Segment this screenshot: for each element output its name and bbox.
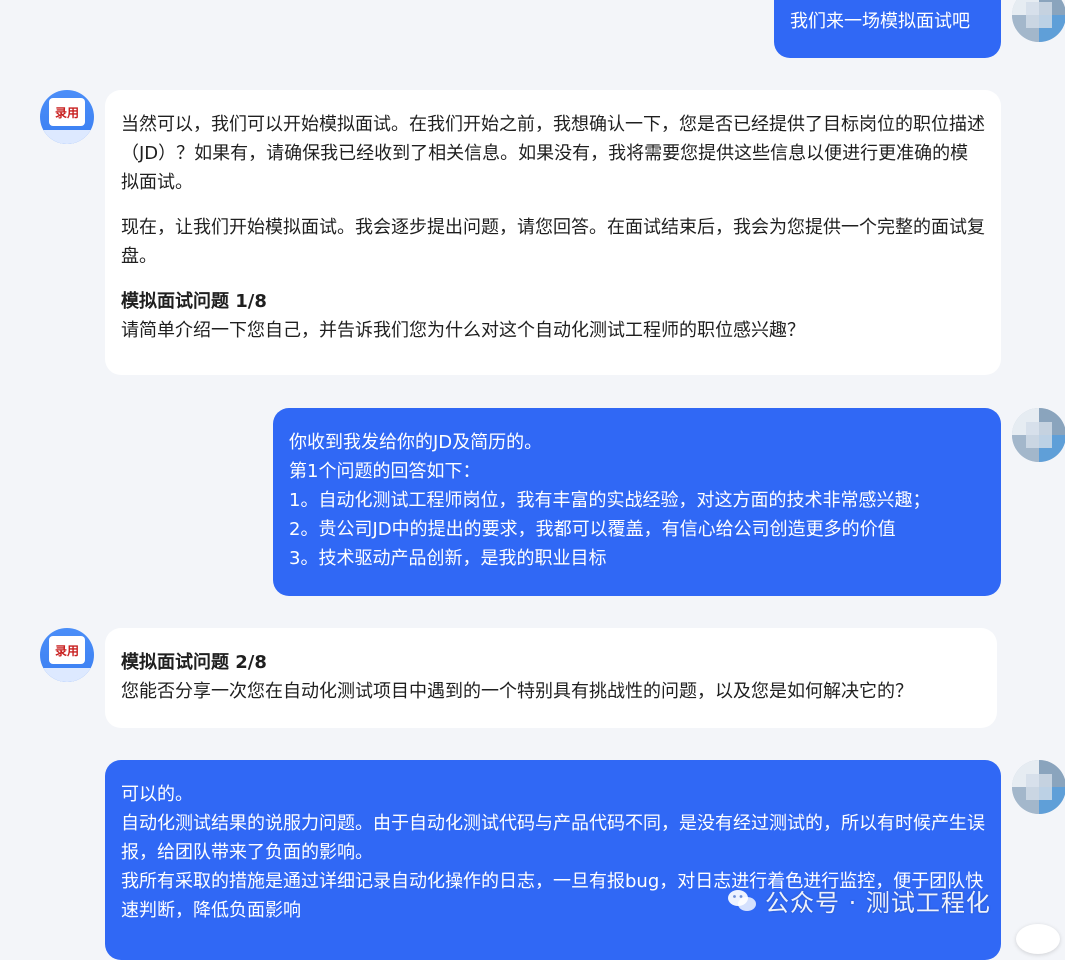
question-title: 模拟面试问题 2/8 xyxy=(121,652,267,673)
question-text: 您能否分享一次您在自动化测试项目中遇到的一个特别具有挑战性的问题，以及您是如何解… xyxy=(121,681,913,702)
message-paragraph: 现在，让我们开始模拟面试。我会逐步提出问题，请您回答。在面试结束后，我会为您提供… xyxy=(121,217,985,267)
wechat-icon xyxy=(728,889,756,911)
question-title: 模拟面试问题 1/8 xyxy=(121,291,267,312)
bot-message-bubble: 模拟面试问题 2/8 您能否分享一次您在自动化测试项目中遇到的一个特别具有挑战性… xyxy=(105,628,997,728)
user-avatar xyxy=(1012,760,1065,814)
watermark: 公众号 · 测试工程化 xyxy=(727,883,991,918)
message-paragraph: 当然可以，我们可以开始模拟面试。在我们开始之前，我想确认一下，您是否已经提供了目… xyxy=(121,114,985,193)
message-line: 2。贵公司JD中的提出的要求，我都可以覆盖，有信心给公司创造更多的价值 xyxy=(289,519,896,540)
message-line: 你收到我发给你的JD及简历的。 xyxy=(289,432,543,453)
message-line: 自动化测试结果的说服力问题。由于自动化测试代码与产品代码不同，是没有经过测试的，… xyxy=(121,813,985,863)
bot-avatar: 录用 xyxy=(40,90,94,144)
message-text: 我们来一场模拟面试吧 xyxy=(790,11,970,32)
user-avatar xyxy=(1012,408,1065,462)
message-line: 1。自动化测试工程师岗位，我有丰富的实战经验，对这方面的技术非常感兴趣； xyxy=(289,490,931,511)
bot-avatar-label: 录用 xyxy=(49,636,85,664)
message-line: 3。技术驱动产品创新，是我的职业目标 xyxy=(289,548,607,569)
user-message-bubble: 可以的。 自动化测试结果的说服力问题。由于自动化测试代码与产品代码不同，是没有经… xyxy=(105,760,1001,960)
bot-message-bubble: 当然可以，我们可以开始模拟面试。在我们开始之前，我想确认一下，您是否已经提供了目… xyxy=(105,90,1001,375)
user-avatar xyxy=(1012,0,1065,42)
message-line: 可以的。 xyxy=(121,784,193,805)
message-line: 第1个问题的回答如下： xyxy=(289,461,481,482)
user-message-bubble: 我们来一场模拟面试吧 xyxy=(774,0,1001,58)
question-text: 请简单介绍一下您自己，并告诉我们您为什么对这个自动化测试工程师的职位感兴趣？ xyxy=(121,320,805,341)
scroll-down-button[interactable] xyxy=(1016,924,1060,954)
bot-avatar-label: 录用 xyxy=(49,98,85,126)
user-message-bubble: 你收到我发给你的JD及简历的。 第1个问题的回答如下： 1。自动化测试工程师岗位… xyxy=(273,408,1001,596)
bot-avatar: 录用 xyxy=(40,628,94,682)
watermark-text: 公众号 · 测试工程化 xyxy=(765,889,991,917)
